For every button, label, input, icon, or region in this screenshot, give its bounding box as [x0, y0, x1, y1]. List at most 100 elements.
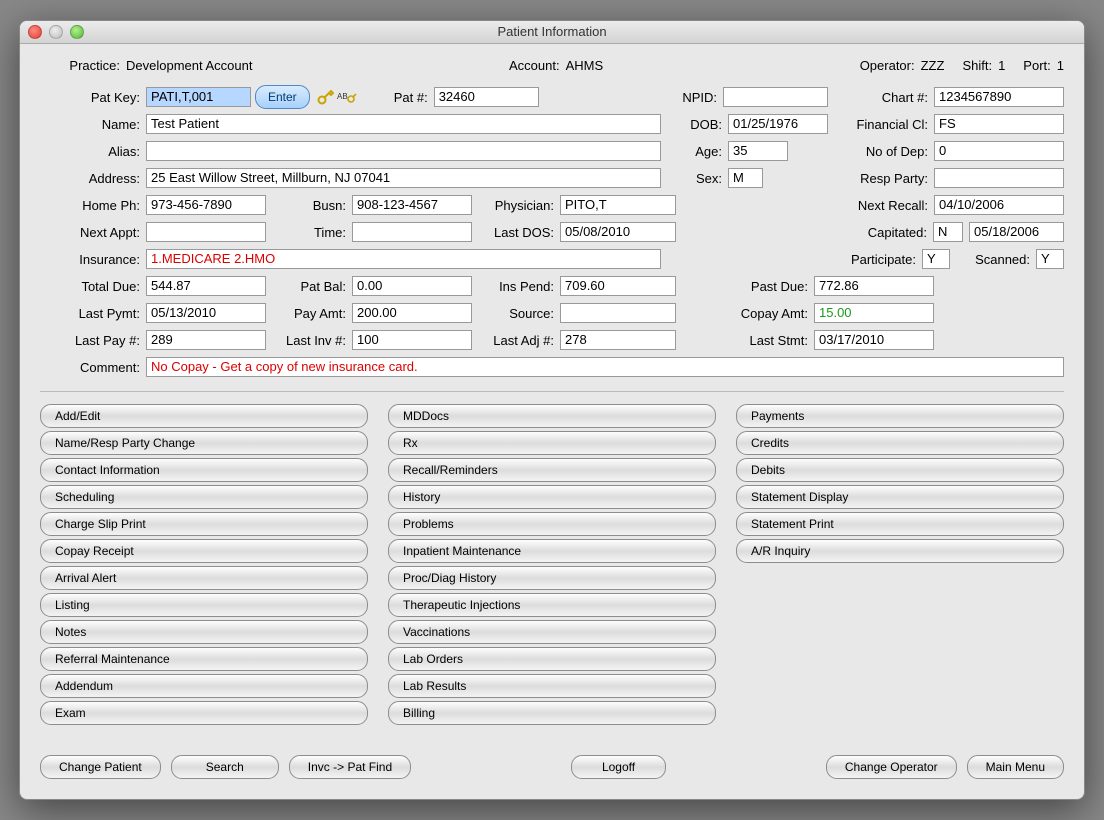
menu-col-3: Payments Credits Debits Statement Display St…: [736, 404, 1064, 725]
past-due-input[interactable]: 772.86: [814, 276, 934, 296]
menu-charge-slip-print[interactable]: Charge Slip Print: [40, 512, 368, 536]
last-stmt-input[interactable]: 03/17/2010: [814, 330, 934, 350]
chart-num-input[interactable]: 1234567890: [934, 87, 1064, 107]
ins-pend-input[interactable]: 709.60: [560, 276, 676, 296]
logoff-button[interactable]: Logoff: [571, 755, 666, 779]
menu-lab-results[interactable]: Lab Results: [388, 674, 716, 698]
comment-input[interactable]: No Copay - Get a copy of new insurance c…: [146, 357, 1064, 377]
menu-referral-maintenance[interactable]: Referral Maintenance: [40, 647, 368, 671]
last-dos-input[interactable]: 05/08/2010: [560, 222, 676, 242]
physician-input[interactable]: PITO,T: [560, 195, 676, 215]
ins-pend-label: Ins Pend:: [472, 279, 560, 294]
change-patient-button[interactable]: Change Patient: [40, 755, 161, 779]
pat-bal-label: Pat Bal:: [266, 279, 352, 294]
menu-debits[interactable]: Debits: [736, 458, 1064, 482]
financial-cl-input[interactable]: FS: [934, 114, 1064, 134]
menu-payments[interactable]: Payments: [736, 404, 1064, 428]
pat-key-label: Pat Key:: [40, 90, 146, 105]
close-icon[interactable]: [28, 25, 42, 39]
title-bar: Patient Information: [20, 21, 1084, 44]
last-adj-num-input[interactable]: 278: [560, 330, 676, 350]
patient-info-window: Patient Information Practice: Developmen…: [19, 20, 1085, 800]
scanned-input[interactable]: Y: [1036, 249, 1064, 269]
next-recall-input[interactable]: 04/10/2006: [934, 195, 1064, 215]
abc-key-icon[interactable]: AB: [336, 86, 358, 108]
no-of-dep-input[interactable]: 0: [934, 141, 1064, 161]
menu-credits[interactable]: Credits: [736, 431, 1064, 455]
menu-copay-receipt[interactable]: Copay Receipt: [40, 539, 368, 563]
menu-addendum[interactable]: Addendum: [40, 674, 368, 698]
zoom-icon[interactable]: [70, 25, 84, 39]
menu-name-resp-party-change[interactable]: Name/Resp Party Change: [40, 431, 368, 455]
last-dos-label: Last DOS:: [472, 225, 560, 240]
sex-input[interactable]: M: [728, 168, 763, 188]
menu-scheduling[interactable]: Scheduling: [40, 485, 368, 509]
pay-amt-input[interactable]: 200.00: [352, 303, 472, 323]
bottom-bar: Change Patient Search Invc -> Pat Find L…: [40, 755, 1064, 779]
pat-bal-input[interactable]: 0.00: [352, 276, 472, 296]
financial-cl-label: Financial Cl:: [828, 117, 934, 132]
menu-exam[interactable]: Exam: [40, 701, 368, 725]
invc-pat-find-button[interactable]: Invc -> Pat Find: [289, 755, 411, 779]
last-pay-num-input[interactable]: 289: [146, 330, 266, 350]
menu-inpatient-maintenance[interactable]: Inpatient Maintenance: [388, 539, 716, 563]
resp-party-input[interactable]: [934, 168, 1064, 188]
account-value: AHMS: [566, 58, 604, 73]
minimize-icon[interactable]: [49, 25, 63, 39]
menu-statement-print[interactable]: Statement Print: [736, 512, 1064, 536]
menu-problems[interactable]: Problems: [388, 512, 716, 536]
menu-billing[interactable]: Billing: [388, 701, 716, 725]
menu-mddocs[interactable]: MDDocs: [388, 404, 716, 428]
menu-statement-display[interactable]: Statement Display: [736, 485, 1064, 509]
npid-input[interactable]: [723, 87, 828, 107]
last-adj-num-label: Last Adj #:: [472, 333, 560, 348]
menu-listing[interactable]: Listing: [40, 593, 368, 617]
copay-amt-input[interactable]: 15.00: [814, 303, 934, 323]
total-due-input[interactable]: 544.87: [146, 276, 266, 296]
last-inv-num-input[interactable]: 100: [352, 330, 472, 350]
time-input[interactable]: [352, 222, 472, 242]
participate-label: Participate:: [851, 252, 922, 267]
age-input[interactable]: 35: [728, 141, 788, 161]
search-button[interactable]: Search: [171, 755, 279, 779]
port-value: 1: [1057, 58, 1064, 73]
name-input[interactable]: Test Patient: [146, 114, 661, 134]
last-inv-num-label: Last Inv #:: [266, 333, 352, 348]
pat-key-input[interactable]: PATI,T,001: [146, 87, 251, 107]
insurance-label: Insurance:: [40, 252, 146, 267]
capitated-flag-input[interactable]: N: [933, 222, 963, 242]
last-pymt-input[interactable]: 05/13/2010: [146, 303, 266, 323]
menu-lab-orders[interactable]: Lab Orders: [388, 647, 716, 671]
source-input[interactable]: [560, 303, 676, 323]
menu-recall-reminders[interactable]: Recall/Reminders: [388, 458, 716, 482]
menu-arrival-alert[interactable]: Arrival Alert: [40, 566, 368, 590]
home-ph-input[interactable]: 973-456-7890: [146, 195, 266, 215]
enter-button[interactable]: Enter: [255, 85, 310, 109]
participate-input[interactable]: Y: [922, 249, 950, 269]
menu-vaccinations[interactable]: Vaccinations: [388, 620, 716, 644]
address-input[interactable]: 25 East Willow Street, Millburn, NJ 0704…: [146, 168, 661, 188]
traffic-lights: [28, 25, 84, 39]
menu-a-r-inquiry[interactable]: A/R Inquiry: [736, 539, 1064, 563]
pat-num-input[interactable]: 32460: [434, 87, 539, 107]
menu-rx[interactable]: Rx: [388, 431, 716, 455]
change-operator-button[interactable]: Change Operator: [826, 755, 957, 779]
insurance-input[interactable]: 1.MEDICARE 2.HMO: [146, 249, 661, 269]
next-appt-input[interactable]: [146, 222, 266, 242]
dob-input[interactable]: 01/25/1976: [728, 114, 828, 134]
key-icon[interactable]: [314, 86, 336, 108]
capitated-label: Capitated:: [827, 225, 933, 240]
alias-input[interactable]: [146, 141, 661, 161]
capitated-date-input[interactable]: 05/18/2006: [969, 222, 1064, 242]
menu-proc-diag-history[interactable]: Proc/Diag History: [388, 566, 716, 590]
busn-input[interactable]: 908-123-4567: [352, 195, 472, 215]
main-menu-button[interactable]: Main Menu: [967, 755, 1064, 779]
age-label: Age:: [661, 144, 728, 159]
menu-history[interactable]: History: [388, 485, 716, 509]
menu-therapeutic-injections[interactable]: Therapeutic Injections: [388, 593, 716, 617]
menu-notes[interactable]: Notes: [40, 620, 368, 644]
copay-amt-label: Copay Amt:: [676, 306, 814, 321]
menu-contact-information[interactable]: Contact Information: [40, 458, 368, 482]
menu-add-edit[interactable]: Add/Edit: [40, 404, 368, 428]
past-due-label: Past Due:: [676, 279, 814, 294]
